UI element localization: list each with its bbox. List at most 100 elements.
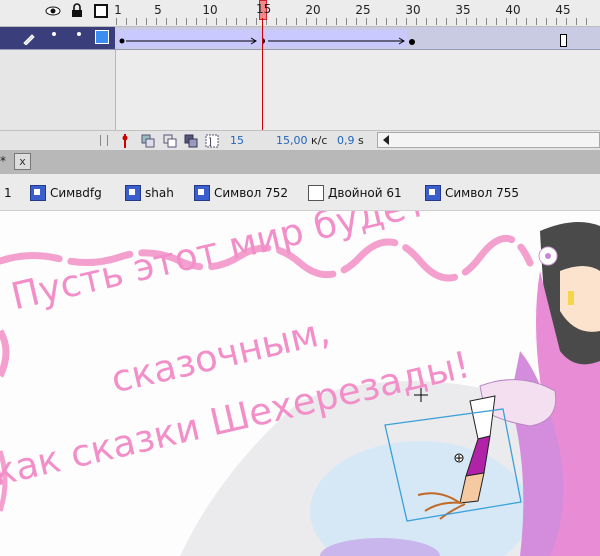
ruler-tick bbox=[206, 18, 207, 25]
playhead-frame-number: 15 bbox=[256, 2, 272, 16]
ruler-tick bbox=[556, 18, 557, 25]
ruler-tick bbox=[156, 18, 157, 25]
end-frame-icon[interactable] bbox=[560, 34, 567, 47]
ruler-number: 30 bbox=[405, 3, 421, 17]
ruler-tick bbox=[226, 18, 227, 25]
ruler-tick bbox=[356, 18, 357, 25]
ruler-tick bbox=[576, 18, 577, 25]
ruler-tick bbox=[296, 18, 297, 25]
symbol-icon bbox=[125, 185, 141, 201]
document-tab-bar: * bbox=[0, 150, 600, 174]
symbol-icon bbox=[425, 185, 441, 201]
motion-tween-span[interactable] bbox=[262, 30, 408, 47]
ruler-tick bbox=[316, 18, 317, 25]
breadcrumb-label: Символ 752 bbox=[214, 186, 289, 200]
ruler-tick bbox=[146, 18, 147, 25]
breadcrumb-item[interactable]: Симвdfg bbox=[30, 184, 102, 202]
layer-color-icon[interactable] bbox=[95, 30, 109, 44]
ruler-number: 35 bbox=[455, 3, 471, 17]
scroll-left-arrow-icon[interactable] bbox=[382, 135, 390, 145]
pencil-icon bbox=[23, 34, 35, 45]
ruler-tick bbox=[186, 18, 187, 25]
ruler-tick bbox=[526, 18, 527, 25]
ruler-tick bbox=[166, 18, 167, 25]
breadcrumb-item[interactable]: Двойной 61 bbox=[308, 184, 402, 202]
graphic-icon bbox=[308, 185, 324, 201]
ruler-tick bbox=[516, 18, 517, 25]
ruler-tick bbox=[456, 18, 457, 25]
symbol-icon bbox=[194, 185, 210, 201]
resize-handle-icon[interactable] bbox=[100, 135, 108, 146]
modify-onion-markers-icon[interactable]: ] bbox=[205, 134, 219, 148]
ruler-number: 45 bbox=[555, 3, 571, 17]
ruler-tick bbox=[476, 18, 477, 25]
ruler-tick bbox=[436, 18, 437, 25]
ruler-tick bbox=[496, 18, 497, 25]
elapsed-unit: s bbox=[358, 134, 364, 147]
onion-skin-icon[interactable] bbox=[141, 134, 155, 148]
ruler-tick bbox=[466, 18, 467, 25]
elapsed-time-readout: 0,9 s bbox=[337, 134, 364, 147]
ruler-tick bbox=[416, 18, 417, 25]
layer-panel-empty bbox=[0, 50, 116, 130]
playhead-line bbox=[262, 18, 263, 130]
ruler-tick bbox=[276, 18, 277, 25]
ruler-tick bbox=[506, 18, 507, 25]
ruler-tick bbox=[116, 18, 117, 25]
ruler-tick bbox=[446, 18, 447, 25]
ruler-number: 1 bbox=[114, 3, 122, 17]
ruler-tick bbox=[546, 18, 547, 25]
svg-text:]: ] bbox=[208, 137, 212, 148]
ruler-tick bbox=[376, 18, 377, 25]
ruler-tick bbox=[176, 18, 177, 25]
breadcrumb-item[interactable]: shah bbox=[125, 184, 174, 202]
ruler-tick bbox=[256, 18, 257, 25]
ruler-tick bbox=[286, 18, 287, 25]
lock-icon[interactable] bbox=[71, 3, 83, 18]
ruler-tick bbox=[386, 18, 387, 25]
playhead[interactable]: 15 bbox=[256, 0, 271, 20]
ruler-number: 20 bbox=[305, 3, 321, 17]
ruler-tick bbox=[486, 18, 487, 25]
ruler-number: 5 bbox=[154, 3, 162, 17]
scene-number[interactable]: 1 bbox=[4, 186, 12, 200]
tab-marker-icon: * bbox=[0, 154, 6, 168]
ruler-tick bbox=[336, 18, 337, 25]
ruler-tick bbox=[426, 18, 427, 25]
outline-icon[interactable] bbox=[94, 4, 108, 18]
fps-unit: к/с bbox=[311, 134, 328, 147]
center-frame-icon[interactable] bbox=[121, 134, 129, 148]
stage-canvas[interactable]: Пусть этот мир будет сказочным, как сказ… bbox=[0, 211, 600, 556]
timeline-horizontal-scrollbar[interactable] bbox=[377, 132, 600, 148]
ruler-tick bbox=[366, 18, 367, 25]
ruler-tick bbox=[586, 18, 587, 25]
visibility-dot-icon[interactable] bbox=[52, 32, 56, 36]
breadcrumb-item[interactable]: Символ 755 bbox=[425, 184, 519, 202]
eye-icon[interactable] bbox=[45, 4, 61, 18]
ruler-tick bbox=[196, 18, 197, 25]
close-tab-button[interactable]: x bbox=[14, 153, 31, 170]
ruler-tick bbox=[136, 18, 137, 25]
ruler-tick bbox=[566, 18, 567, 25]
layer-name-cell[interactable] bbox=[0, 27, 115, 49]
ruler-number: 25 bbox=[355, 3, 371, 17]
frame-ruler[interactable]: 1 5 10 20 25 30 35 40 45 bbox=[0, 0, 600, 27]
lock-dot-icon[interactable] bbox=[77, 32, 81, 36]
ruler-tick bbox=[216, 18, 217, 25]
breadcrumb-label: Симвdfg bbox=[50, 186, 102, 200]
breadcrumb-label: Двойной 61 bbox=[328, 186, 402, 200]
ruler-tick bbox=[236, 18, 237, 25]
ruler-tick bbox=[326, 18, 327, 25]
motion-tween-span[interactable] bbox=[118, 30, 261, 47]
breadcrumb-item[interactable]: Символ 752 bbox=[194, 184, 288, 202]
ruler-tick bbox=[406, 18, 407, 25]
ruler-tick bbox=[346, 18, 347, 25]
symbol-icon bbox=[30, 185, 46, 201]
onion-skin-outlines-icon[interactable] bbox=[163, 134, 177, 148]
keyframe-icon[interactable] bbox=[408, 38, 416, 46]
ruler-tick bbox=[126, 18, 127, 25]
edit-multiple-frames-icon[interactable] bbox=[184, 134, 198, 148]
ruler-tick bbox=[396, 18, 397, 25]
frame-rate-readout: 15,00 к/с bbox=[276, 134, 327, 147]
breadcrumb-label: shah bbox=[145, 186, 174, 200]
